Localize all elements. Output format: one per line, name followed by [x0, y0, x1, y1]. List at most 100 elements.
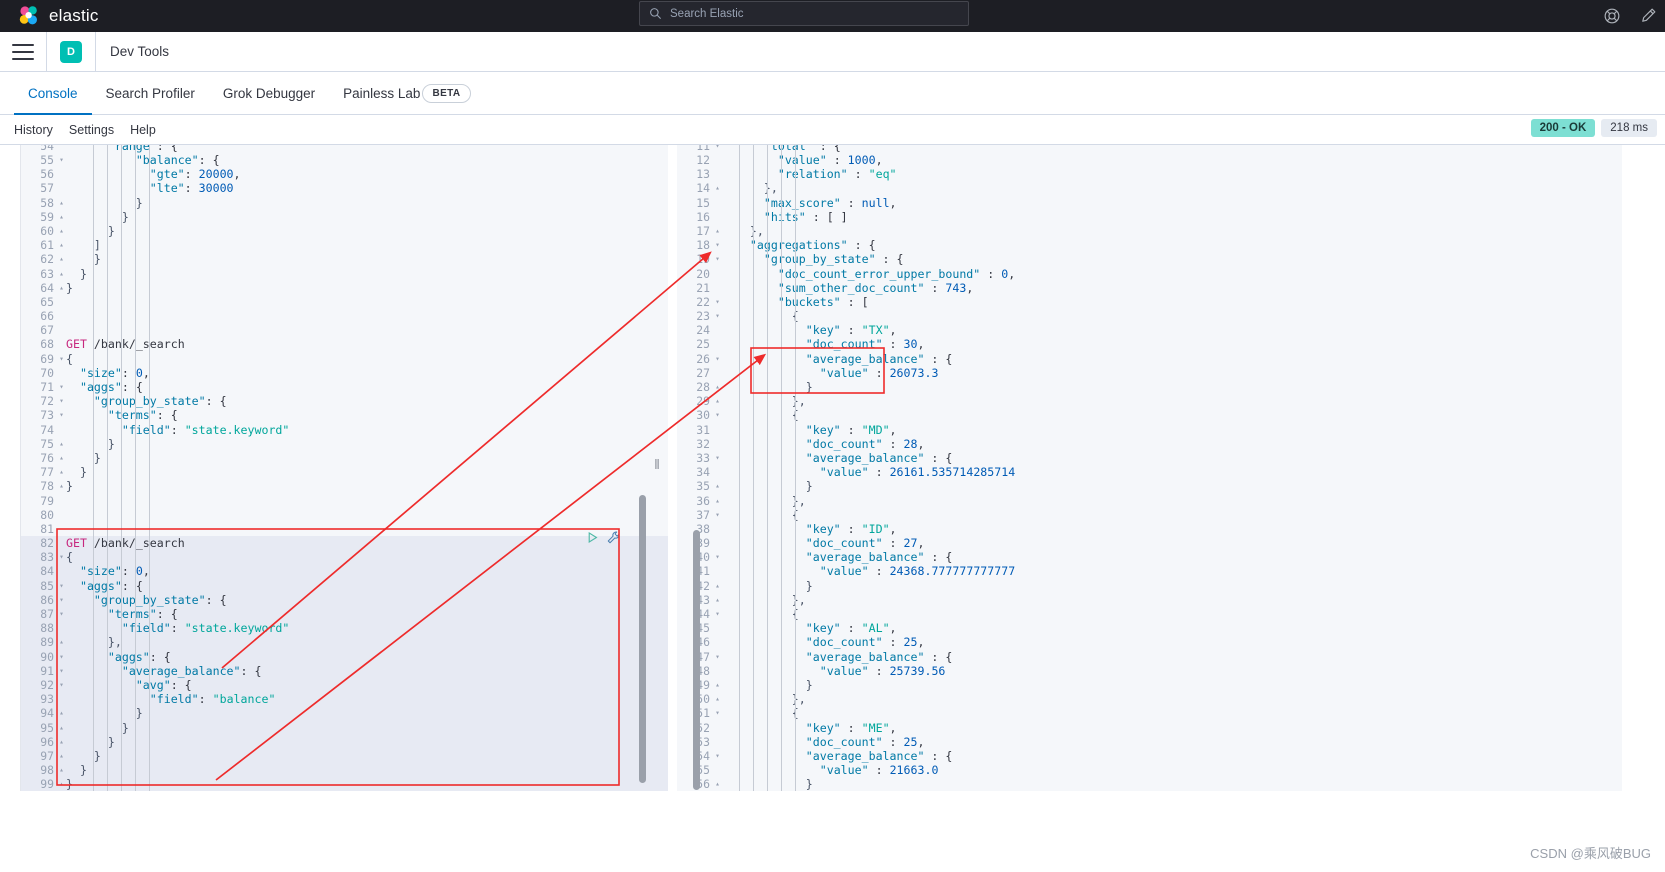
fold-toggle-icon[interactable]: ▴	[57, 196, 66, 210]
fold-toggle-icon[interactable]: ▾	[713, 252, 722, 266]
fold-toggle-icon[interactable]: ▴	[713, 394, 722, 408]
fold-toggle-icon[interactable]: ▾	[713, 508, 722, 522]
fold-toggle-icon[interactable]: ▾	[713, 295, 722, 309]
fold-toggle-icon[interactable]: ▴	[57, 777, 66, 791]
fold-toggle-icon[interactable]: ▾	[57, 650, 66, 664]
fold-toggle-icon[interactable]: ▾	[713, 550, 722, 564]
code-line[interactable]: 57 "lte": 30000	[21, 181, 668, 195]
request-editor-scrollbar[interactable]	[639, 495, 646, 783]
code-line[interactable]: 81	[21, 522, 668, 536]
code-line[interactable]: 17 ▴ },	[677, 224, 1622, 238]
fold-toggle-icon[interactable]: ▾	[57, 380, 66, 394]
code-line[interactable]: 37 ▾ {	[677, 508, 1622, 522]
code-line[interactable]: 59 ▴ }	[21, 210, 668, 224]
fold-toggle-icon[interactable]: ▴	[57, 721, 66, 735]
play-triangle-icon[interactable]	[585, 530, 600, 545]
code-line[interactable]: 87 ▾ "terms": {	[21, 607, 668, 622]
fold-toggle-icon[interactable]: ▾	[713, 706, 722, 720]
elastic-logo-link[interactable]: elastic	[10, 5, 99, 27]
code-line[interactable]: 64 ▴}	[21, 281, 668, 295]
code-line[interactable]: 74 "field": "state.keyword"	[21, 423, 668, 437]
fold-toggle-icon[interactable]: ▾	[57, 352, 66, 366]
code-line[interactable]: 31 "key" : "MD",	[677, 423, 1622, 437]
code-line[interactable]: 62 ▴ }	[21, 252, 668, 266]
fold-toggle-icon[interactable]: ▾	[713, 352, 722, 366]
code-line[interactable]: 85 ▾ "aggs": {	[21, 578, 668, 593]
code-line[interactable]: 68 GET /bank/_search	[21, 337, 668, 351]
fold-toggle-icon[interactable]: ▾	[713, 749, 722, 763]
code-line[interactable]: 90 ▾ "aggs": {	[21, 649, 668, 664]
code-line[interactable]: 46 "doc_count" : 25,	[677, 635, 1622, 649]
fold-toggle-icon[interactable]: ▴	[57, 763, 66, 777]
fold-toggle-icon[interactable]: ▴	[57, 437, 66, 451]
code-line[interactable]: 24 "key" : "TX",	[677, 323, 1622, 337]
code-line[interactable]: 55 ▾ "balance": {	[21, 153, 668, 167]
fold-toggle-icon[interactable]: ▴	[57, 267, 66, 281]
fold-toggle-icon[interactable]: ▴	[713, 224, 722, 238]
code-line[interactable]: 15 "max_score" : null,	[677, 196, 1622, 210]
fold-toggle-icon[interactable]: ▾	[57, 394, 66, 408]
code-line[interactable]: 89 ▴ },	[21, 635, 668, 650]
hamburger-menu-icon[interactable]	[12, 43, 34, 60]
code-line[interactable]: 11 ▾ "total" : {	[677, 145, 1622, 153]
fold-toggle-icon[interactable]: ▴	[713, 494, 722, 508]
code-line[interactable]: 48 "value" : 25739.56	[677, 664, 1622, 678]
code-line[interactable]: 30 ▾ {	[677, 408, 1622, 422]
code-line[interactable]: 95 ▴ }	[21, 720, 668, 735]
fold-toggle-icon[interactable]: ▴	[57, 465, 66, 479]
code-line[interactable]: 99 ▴}	[21, 777, 668, 791]
code-line[interactable]: 54 "range": {	[21, 145, 668, 153]
code-line[interactable]: 43 ▴ },	[677, 593, 1622, 607]
code-line[interactable]: 42 ▴ }	[677, 579, 1622, 593]
code-line[interactable]: 45 "key" : "AL",	[677, 621, 1622, 635]
code-line[interactable]: 16 "hits" : [ ]	[677, 210, 1622, 224]
code-line[interactable]: 39 "doc_count" : 27,	[677, 536, 1622, 550]
code-line[interactable]: 32 "doc_count" : 28,	[677, 437, 1622, 451]
fold-toggle-icon[interactable]: ▴	[57, 735, 66, 749]
code-line[interactable]: 36 ▴ },	[677, 494, 1622, 508]
code-line[interactable]: 93 "field": "balance"	[21, 692, 668, 707]
fold-toggle-icon[interactable]: ▴	[57, 210, 66, 224]
global-search-input[interactable]: Search Elastic	[639, 1, 969, 26]
code-line[interactable]: 84 "size": 0,	[21, 564, 668, 579]
code-line[interactable]: 25 "doc_count" : 30,	[677, 337, 1622, 351]
wrench-icon[interactable]	[606, 530, 621, 545]
console-request-editor[interactable]: 54 "range": {55 ▾ "balance": {56 "gte": 2…	[20, 145, 668, 791]
fold-toggle-icon[interactable]: ▾	[713, 309, 722, 323]
feedback-pencil-icon[interactable]	[1639, 7, 1657, 25]
code-line[interactable]: 77 ▴ }	[21, 465, 668, 479]
fold-toggle-icon[interactable]: ▾	[713, 607, 722, 621]
fold-toggle-icon[interactable]: ▾	[57, 550, 66, 564]
code-line[interactable]: 40 ▾ "average_balance" : {	[677, 550, 1622, 564]
fold-toggle-icon[interactable]: ▴	[57, 224, 66, 238]
code-line[interactable]: 63 ▴ }	[21, 267, 668, 281]
fold-toggle-icon[interactable]: ▴	[713, 692, 722, 706]
fold-toggle-icon[interactable]: ▾	[57, 579, 66, 593]
code-line[interactable]: 52 "key" : "ME",	[677, 721, 1622, 735]
code-line[interactable]: 61 ▴ ]	[21, 238, 668, 252]
code-line[interactable]: 26 ▾ "average_balance" : {	[677, 352, 1622, 366]
code-line[interactable]: 22 ▾ "buckets" : [	[677, 295, 1622, 309]
code-line[interactable]: 73 ▾ "terms": {	[21, 408, 668, 422]
code-line[interactable]: 38 "key" : "ID",	[677, 522, 1622, 536]
code-line[interactable]: 60 ▴ }	[21, 224, 668, 238]
pane-splitter-handle[interactable]: ‖	[652, 455, 662, 473]
tab-search-profiler[interactable]: Search Profiler	[92, 73, 209, 115]
code-line[interactable]: 79	[21, 494, 668, 508]
response-viewer-scrollbar[interactable]	[693, 530, 700, 790]
code-line[interactable]: 29 ▴ },	[677, 394, 1622, 408]
code-line[interactable]: 70 "size": 0,	[21, 366, 668, 380]
code-line[interactable]: 20 "doc_count_error_upper_bound" : 0,	[677, 267, 1622, 281]
code-line[interactable]: 72▾ "group_by_state": {	[21, 394, 668, 408]
code-line[interactable]: 58 ▴ }	[21, 196, 668, 210]
code-line[interactable]: 53 "doc_count" : 25,	[677, 735, 1622, 749]
code-line[interactable]: 12 "value" : 1000,	[677, 153, 1622, 167]
fold-toggle-icon[interactable]: ▴	[57, 252, 66, 266]
fold-toggle-icon[interactable]: ▾	[713, 408, 722, 422]
code-line[interactable]: 80	[21, 508, 668, 522]
code-line[interactable]: 23 ▾ {	[677, 309, 1622, 323]
fold-toggle-icon[interactable]: ▾	[57, 153, 66, 167]
code-line[interactable]: 88 "field": "state.keyword"	[21, 621, 668, 636]
code-line[interactable]: 96 ▴ }	[21, 734, 668, 749]
code-line[interactable]: 83 ▾{	[21, 550, 668, 565]
